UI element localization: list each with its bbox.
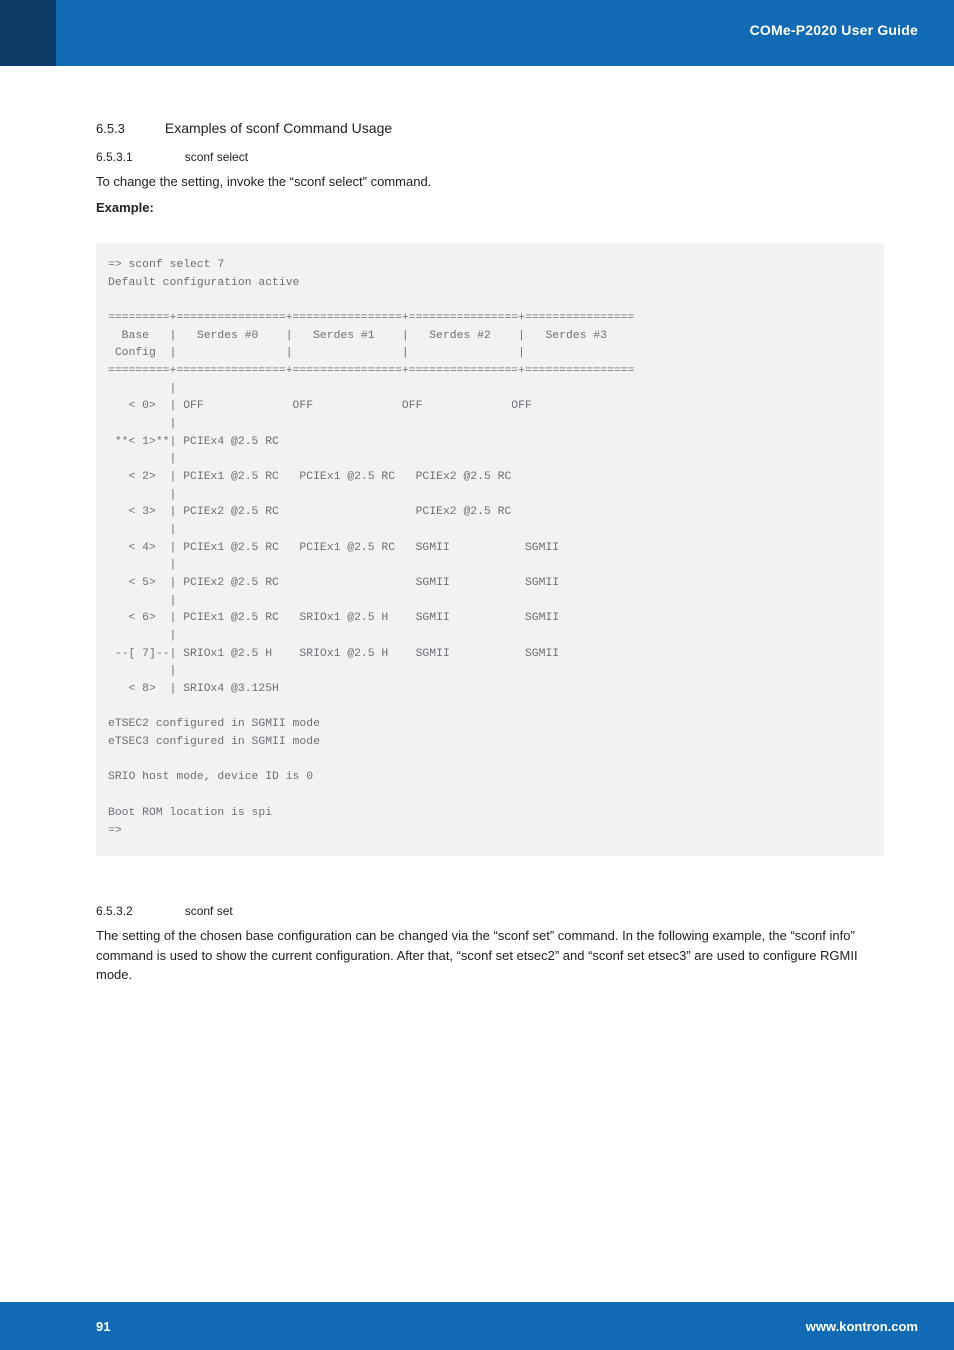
page-number: 91 [96, 1319, 110, 1334]
code-block-sconf-select: => sconf select 7 Default configuration … [96, 243, 884, 856]
section-number-6531: 6.5.3.1 [96, 150, 133, 164]
para-6531-example-label: Example: [96, 198, 884, 218]
section-number-653: 6.5.3 [96, 121, 125, 136]
para-6531-1: To change the setting, invoke the “sconf… [96, 172, 884, 192]
section-number-6532: 6.5.3.2 [96, 904, 133, 918]
doc-title: COMe-P2020 User Guide [750, 22, 918, 38]
section-title-6532: sconf set [185, 904, 233, 918]
section-title-6531: sconf select [185, 150, 248, 164]
footer-band: 91 www.kontron.com [0, 1302, 954, 1350]
header-dark-strip [0, 0, 56, 66]
para-6532: The setting of the chosen base configura… [96, 926, 884, 985]
footer-url: www.kontron.com [806, 1319, 918, 1334]
section-title-653: Examples of sconf Command Usage [165, 120, 392, 136]
